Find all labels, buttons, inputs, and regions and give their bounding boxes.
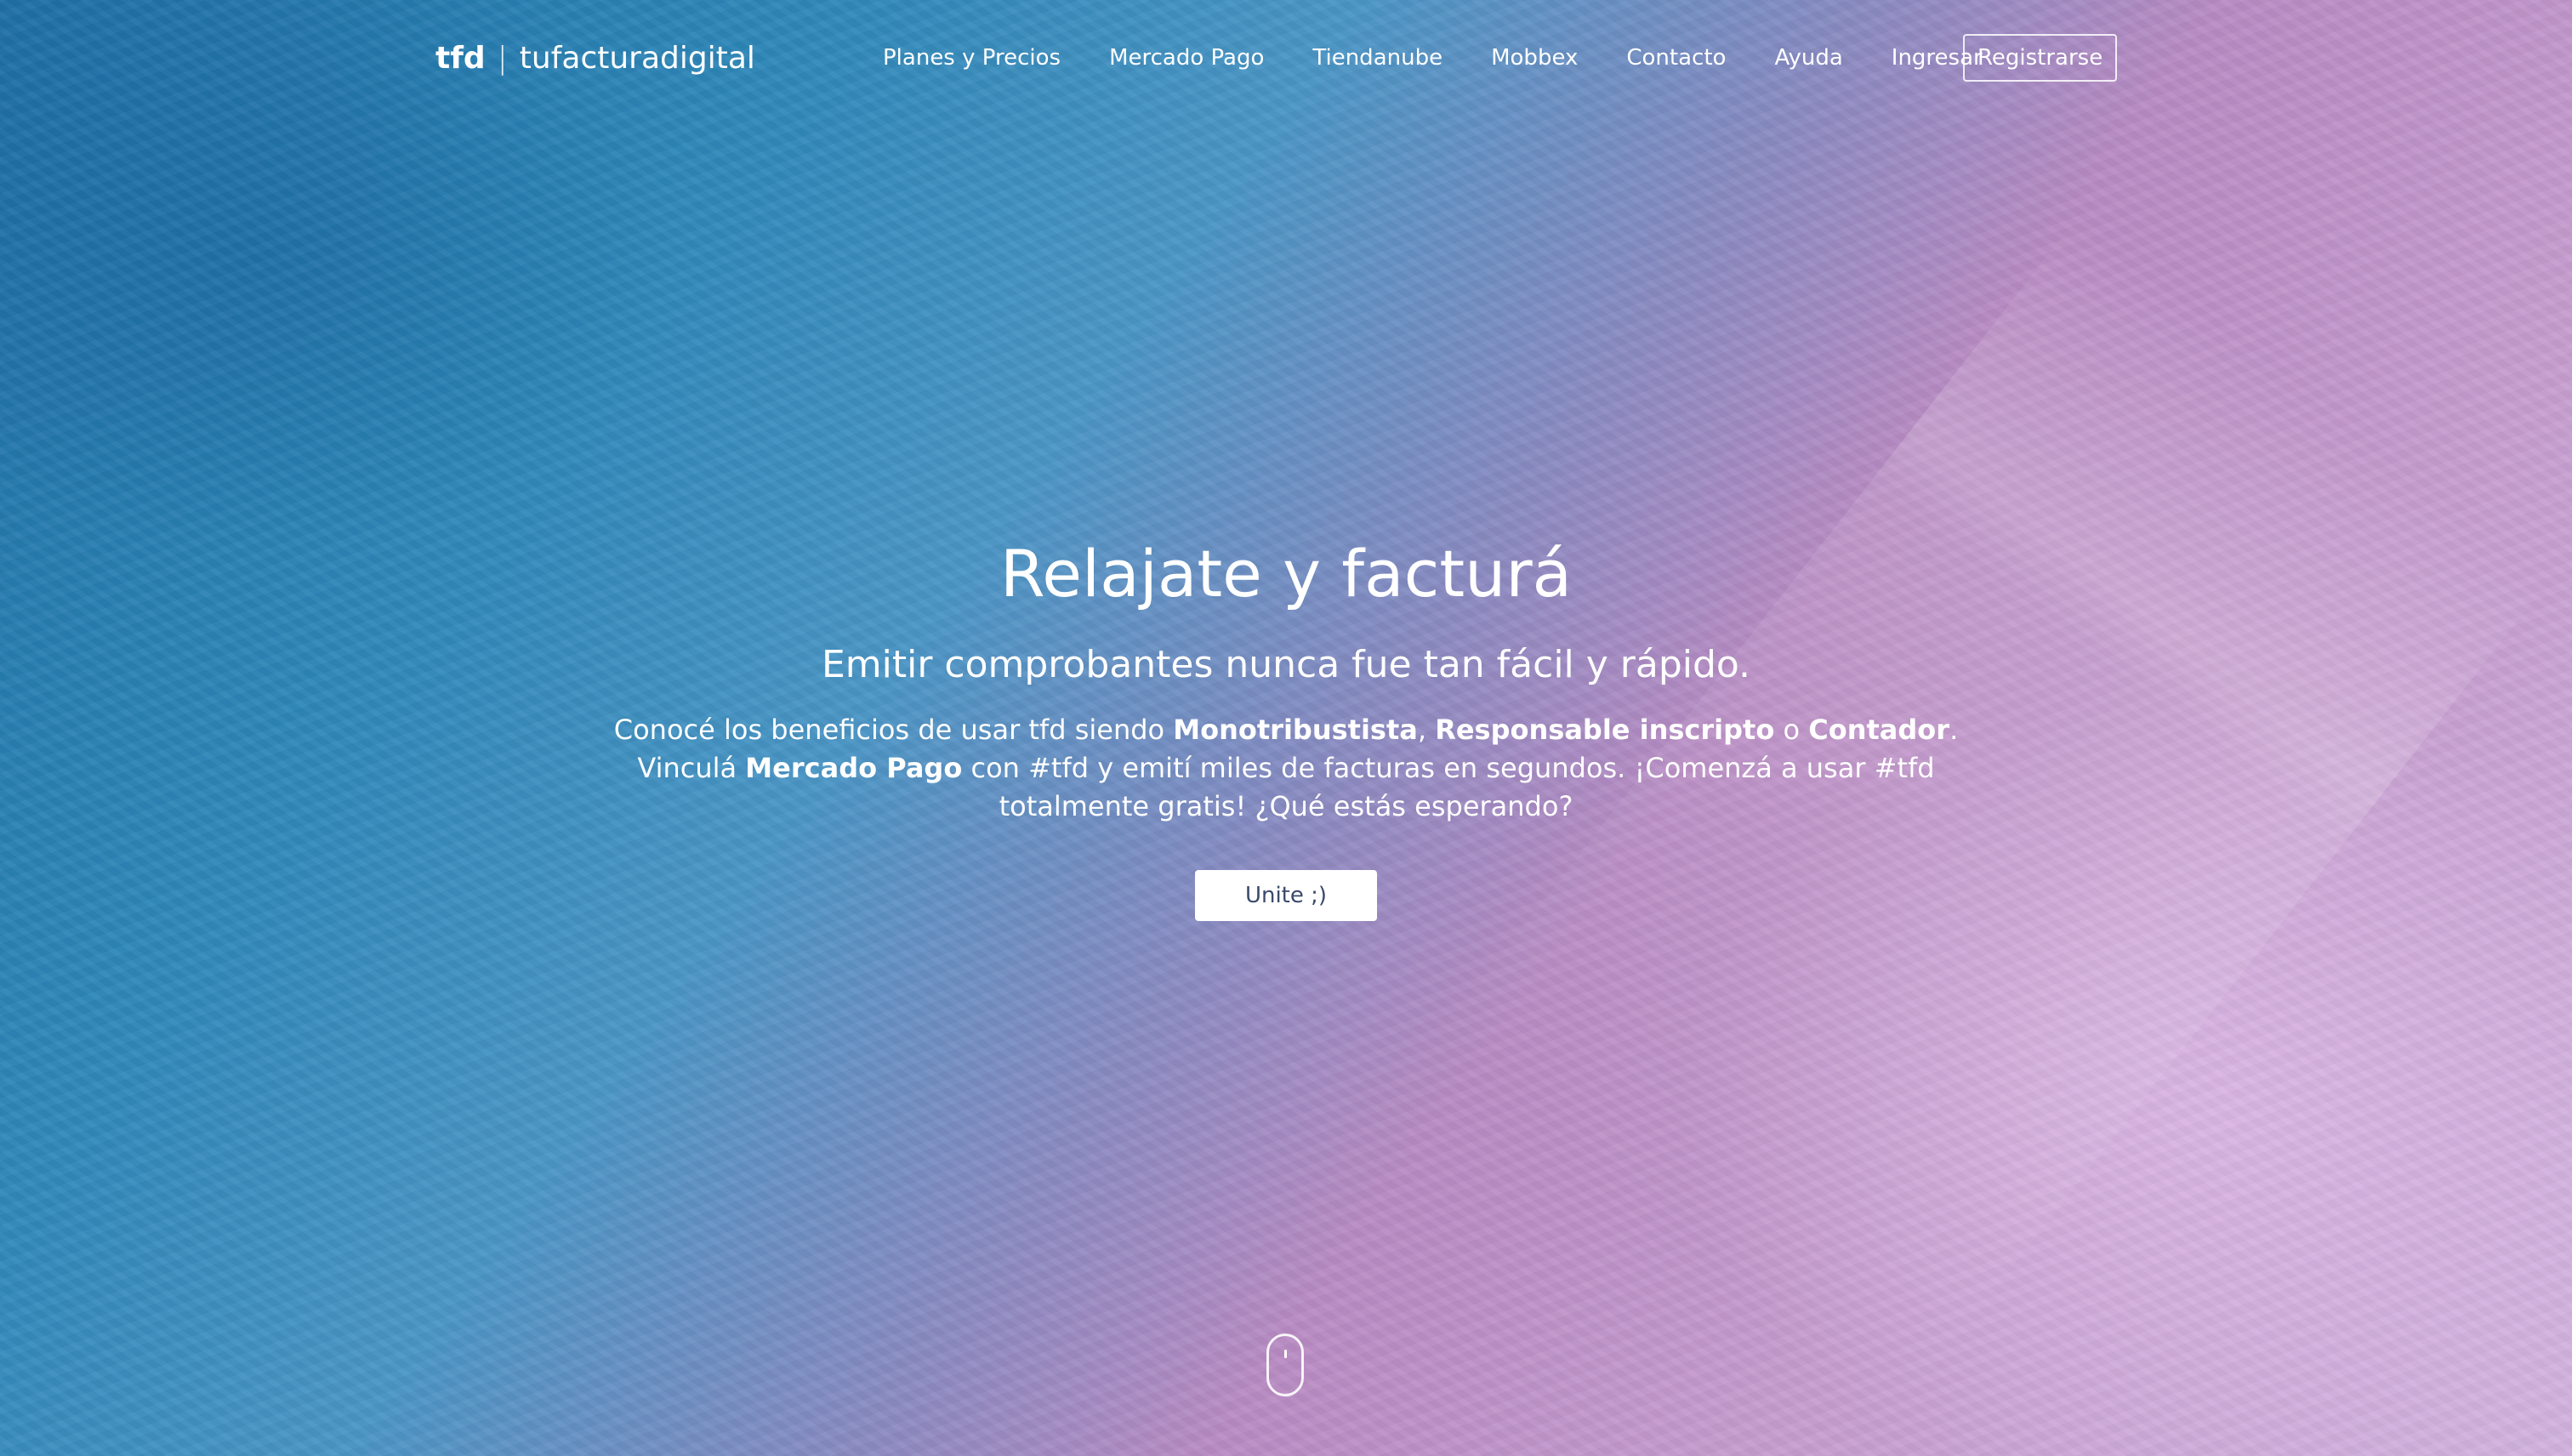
brand-logo[interactable]: tfd | tufacturadigital [435, 41, 755, 76]
join-button[interactable]: Unite ;) [1195, 870, 1377, 921]
description-text: o [1774, 714, 1809, 746]
description-text: con #tfd y emití miles de facturas en se… [962, 752, 1935, 822]
top-navbar: tfd | tufacturadigital Planes y Precios … [435, 32, 2137, 83]
nav-link-mercado-pago[interactable]: Mercado Pago [1109, 45, 1264, 71]
brand-name: tufacturadigital [519, 40, 755, 76]
nav-link-ayuda[interactable]: Ayuda [1774, 45, 1842, 71]
description-text: Conocé los beneficios de usar tfd siendo [613, 714, 1174, 746]
nav-link-contacto[interactable]: Contacto [1626, 45, 1726, 71]
hero-subheadline: Emitir comprobantes nunca fue tan fácil … [821, 643, 1751, 686]
description-bold-contador: Contador [1808, 714, 1950, 746]
brand-separator: | [497, 40, 508, 76]
nav-link-mobbex[interactable]: Mobbex [1491, 45, 1578, 71]
register-button[interactable]: Registrarse [1963, 34, 2118, 82]
hero-description: Conocé los beneficios de usar tfd siendo… [589, 711, 1983, 826]
brand-short: tfd [435, 40, 486, 76]
hero-headline: Relajate y facturá [999, 536, 1573, 611]
nav-link-planes-y-precios[interactable]: Planes y Precios [883, 45, 1061, 71]
scroll-wheel-dot [1284, 1350, 1287, 1358]
description-text: , [1417, 714, 1436, 746]
description-bold-responsable-inscripto: Responsable inscripto [1435, 714, 1775, 746]
description-bold-monotributista: Monotribustista [1173, 714, 1418, 746]
hero-content: Relajate y facturá Emitir comprobantes n… [0, 527, 2572, 921]
nav-links: Planes y Precios Mercado Pago Tiendanube… [883, 32, 2031, 83]
description-bold-mercado-pago: Mercado Pago [745, 752, 963, 784]
nav-link-tiendanube[interactable]: Tiendanube [1312, 45, 1442, 71]
mouse-scroll-icon[interactable] [1266, 1334, 1304, 1396]
